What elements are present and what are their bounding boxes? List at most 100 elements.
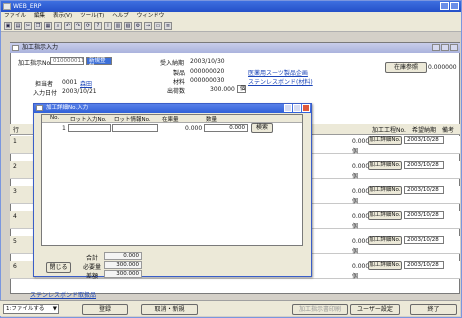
- row-number-text: 3: [13, 188, 17, 195]
- order-no-field[interactable]: 010000011: [50, 57, 85, 65]
- lot-grid-header: No. ロット入力No. ロット情報No. 在庫量 数量: [42, 115, 302, 123]
- dialog-title: 加工詳細No.入力: [46, 105, 89, 111]
- lot-qty-field[interactable]: 0.000: [204, 124, 248, 132]
- row-qty: 0.000: [352, 263, 370, 270]
- row-due-date[interactable]: 2003/10/28: [404, 186, 444, 194]
- lot-input-field[interactable]: [68, 124, 111, 132]
- book-icon[interactable]: ▭: [154, 22, 162, 30]
- receive-date-value[interactable]: 2003/10/30: [190, 58, 225, 65]
- process-detail-button[interactable]: 加工詳細No.: [368, 236, 402, 245]
- arrow-icon[interactable]: →: [144, 22, 152, 30]
- inner-minimize-icon[interactable]: [432, 44, 440, 51]
- product-code[interactable]: 000000020: [190, 68, 224, 75]
- dialog-close-icon[interactable]: [302, 104, 310, 112]
- find-icon[interactable]: ⌕: [54, 22, 62, 30]
- status-badge: 新規登録: [86, 57, 112, 70]
- material-code[interactable]: 000000030: [190, 77, 224, 84]
- process-detail-button[interactable]: 加工詳細No.: [368, 211, 402, 220]
- menu-file[interactable]: ファイル: [4, 12, 26, 21]
- process-detail-button[interactable]: 加工詳細No.: [368, 186, 402, 195]
- header-row-no: 行: [13, 127, 20, 134]
- help-icon[interactable]: ?: [94, 22, 102, 30]
- process-detail-button[interactable]: 加工詳細No.: [368, 161, 402, 170]
- inner-maximize-icon[interactable]: [441, 44, 449, 51]
- lot-info-field[interactable]: [112, 124, 158, 132]
- action-bar: 1:ファイルする ▼ 登録 取消・新規 加工指示書印刷 ユーザー設定 終了: [0, 300, 460, 316]
- inner-title: 加工指示入力: [22, 44, 59, 51]
- lot-row-no: 1: [62, 125, 66, 132]
- stock-reference-button[interactable]: 在庫参照: [385, 62, 427, 73]
- lot-header-stock: 在庫量: [162, 117, 179, 123]
- lot-detail-dialog: 加工詳細No.入力 No. ロット入力No. ロット情報No. 在庫量 数量 1…: [33, 103, 312, 280]
- menu-tools[interactable]: ツール(T): [80, 12, 104, 21]
- menubar: ファイル 編集 表示(V) ツール(T) ヘルプ ウィンドウ: [1, 12, 461, 21]
- inner-close-icon[interactable]: [450, 44, 458, 51]
- save-icon[interactable]: ▣: [4, 22, 12, 30]
- print-icon[interactable]: ▤: [14, 22, 22, 30]
- exit-button[interactable]: 終了: [410, 304, 457, 315]
- calc-icon[interactable]: ▧: [124, 22, 132, 30]
- lot-stock-value: 0.000: [185, 125, 203, 132]
- row-due-date[interactable]: 2003/10/28: [404, 161, 444, 169]
- dialog-maximize-icon[interactable]: [293, 104, 301, 112]
- refresh-icon[interactable]: ⟳: [84, 22, 92, 30]
- redo-icon[interactable]: ↷: [74, 22, 82, 30]
- process-detail-button[interactable]: 加工詳細No.: [368, 261, 402, 270]
- material-name-link[interactable]: ステンレスボンド(材料): [248, 77, 313, 86]
- receive-date-label: 受入納期: [160, 60, 185, 67]
- row-due-date[interactable]: 2003/10/28: [404, 261, 444, 269]
- copy-icon[interactable]: ❐: [34, 22, 42, 30]
- lot-header-input: ロット入力No.: [70, 117, 107, 123]
- settings-icon[interactable]: ⚙: [134, 22, 142, 30]
- receive-qty-value[interactable]: 300.000: [210, 86, 235, 93]
- cancel-new-button[interactable]: 取消・新規: [141, 304, 198, 315]
- cut-icon[interactable]: ✂: [24, 22, 32, 30]
- product-name-link[interactable]: 医薬用スーツ製品企画: [248, 68, 308, 77]
- row-qty: 0.000: [352, 188, 370, 195]
- input-date-value[interactable]: 2003/10/21: [62, 88, 97, 95]
- header-due-date: 希望納期: [412, 127, 437, 134]
- mode-select-value: 1:ファイルする: [6, 306, 45, 312]
- footer-link[interactable]: ステンレスボンド取扱品: [30, 290, 96, 299]
- row-due-date[interactable]: 2003/10/28: [404, 211, 444, 219]
- row-number-text: 4: [13, 213, 17, 220]
- save-button[interactable]: 登録: [82, 304, 128, 315]
- row-sub: 個: [352, 248, 359, 255]
- row-sub: 個: [352, 148, 359, 155]
- info-icon[interactable]: i: [104, 22, 112, 30]
- menu-window[interactable]: ウィンドウ: [137, 12, 165, 21]
- row-due-date[interactable]: 2003/10/28: [404, 136, 444, 144]
- mode-select[interactable]: 1:ファイルする ▼: [3, 304, 59, 314]
- row-number-text: 2: [13, 163, 17, 170]
- grid-icon[interactable]: ▥: [114, 22, 122, 30]
- paste-icon[interactable]: ▦: [44, 22, 52, 30]
- lot-grid: No. ロット入力No. ロット情報No. 在庫量 数量 1 0.000 0.0…: [41, 114, 303, 246]
- menu-edit[interactable]: 編集: [34, 12, 45, 21]
- row-due-date[interactable]: 2003/10/28: [404, 236, 444, 244]
- undo-icon[interactable]: ↶: [64, 22, 72, 30]
- process-detail-button[interactable]: 加工詳細No.: [368, 136, 402, 145]
- print-instruction-button[interactable]: 加工指示書印刷: [292, 304, 348, 315]
- sum-required-label: 必要量: [83, 264, 102, 271]
- row-sub: 個: [352, 173, 359, 180]
- menu-help[interactable]: ヘルプ: [112, 12, 129, 21]
- form-icon: [12, 45, 19, 51]
- lot-search-button[interactable]: 検索: [251, 123, 273, 133]
- chevron-down-icon[interactable]: ▼: [53, 305, 57, 313]
- list-icon[interactable]: ≡: [164, 22, 172, 30]
- orderer-name-link[interactable]: 森田: [80, 79, 92, 88]
- menu-view[interactable]: 表示(V): [53, 12, 72, 21]
- app-titlebar: WEB_ERP: [1, 1, 461, 12]
- minimize-icon[interactable]: [440, 2, 449, 10]
- unit-field[interactable]: 個: [237, 85, 246, 93]
- row-number-text: 1: [13, 138, 17, 145]
- orderer-code[interactable]: 0001: [62, 79, 77, 86]
- lot-header-no: No.: [50, 115, 60, 121]
- dialog-close-button[interactable]: 閉じる: [46, 262, 71, 273]
- row-qty: 0.000: [352, 138, 370, 145]
- orderer-label: 担当者: [35, 81, 54, 88]
- sum-required-value: 300.000: [104, 261, 142, 269]
- user-settings-button[interactable]: ユーザー設定: [350, 304, 400, 315]
- maximize-icon[interactable]: [450, 2, 459, 10]
- dialog-minimize-icon[interactable]: [284, 104, 292, 112]
